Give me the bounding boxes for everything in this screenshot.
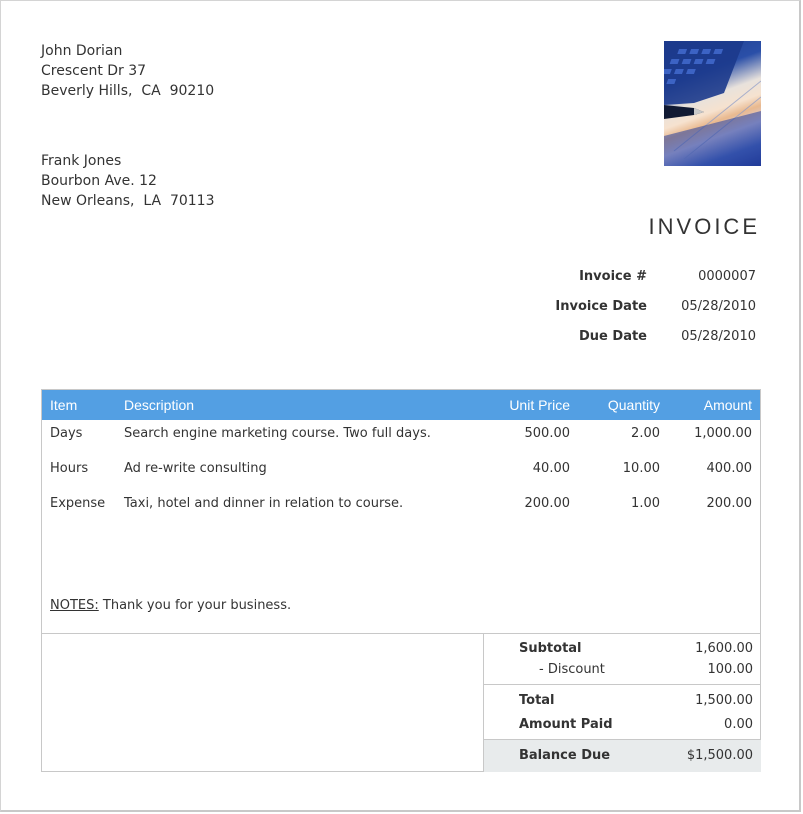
recipient-name: Frank Jones (41, 153, 122, 169)
column-header-item: Item (50, 397, 78, 413)
balance-due-value: $1,500.00 (686, 748, 753, 763)
amount-paid-value: 0.00 (724, 717, 753, 732)
balance-due-label: Balance Due (519, 748, 611, 763)
row-description: Search engine marketing course. Two full… (124, 426, 431, 441)
due-date-label: Due Date (579, 329, 647, 344)
notes: NOTES: Thank you for your business. (50, 598, 291, 613)
row-amount: 200.00 (706, 496, 753, 511)
table-header: Item Description Unit Price Quantity Amo… (42, 390, 760, 420)
row-description: Taxi, hotel and dinner in relation to co… (124, 496, 404, 511)
sender-city: Beverly Hills, CA 90210 (41, 83, 215, 99)
calculator-photo-icon (664, 41, 761, 166)
column-header-unit-price: Unit Price (509, 397, 570, 413)
table-row: Days Search engine marketing course. Two… (42, 420, 760, 455)
discount-value: 100.00 (707, 662, 754, 677)
row-amount: 1,000.00 (694, 426, 752, 441)
invoice-number-label: Invoice # (579, 269, 647, 284)
due-date-row: Due Date 05/28/2010 (500, 326, 760, 356)
row-quantity: 1.00 (631, 496, 660, 511)
totals-panel: Subtotal 1,600.00 - Discount 100.00 Tota… (483, 633, 761, 772)
row-unit-price: 200.00 (524, 496, 571, 511)
recipient-street: Bourbon Ave. 12 (41, 173, 157, 189)
amount-paid-label: Amount Paid (519, 717, 613, 732)
table-row: Hours Ad re-write consulting 40.00 10.00… (42, 455, 760, 490)
row-description: Ad re-write consulting (124, 461, 267, 476)
sender-name: John Dorian (41, 43, 123, 59)
total-row: Total 1,500.00 (484, 689, 761, 713)
totals-divider (484, 684, 761, 685)
invoice-date-row: Invoice Date 05/28/2010 (500, 296, 760, 326)
column-header-description: Description (124, 397, 195, 413)
discount-label: - Discount (539, 662, 605, 677)
sender-address: John Dorian Crescent Dr 37 Beverly Hills… (41, 41, 214, 101)
table-row: Expense Taxi, hotel and dinner in relati… (42, 490, 760, 525)
line-items-table: Item Description Unit Price Quantity Amo… (41, 389, 761, 772)
discount-row: - Discount 100.00 (484, 658, 761, 682)
invoice-title: INVOICE (648, 214, 760, 239)
row-unit-price: 500.00 (524, 426, 571, 441)
notes-label: NOTES: (50, 598, 99, 613)
total-value: 1,500.00 (695, 693, 753, 708)
row-unit-price: 40.00 (532, 461, 570, 476)
row-item: Hours (50, 461, 89, 476)
invoice-number-value: 0000007 (698, 269, 756, 284)
column-header-quantity: Quantity (607, 397, 660, 413)
sender-street: Crescent Dr 37 (41, 63, 147, 79)
row-item: Expense (50, 496, 106, 511)
total-label: Total (519, 693, 555, 708)
recipient-city: New Orleans, LA 70113 (41, 193, 215, 209)
row-quantity: 2.00 (631, 426, 660, 441)
amount-paid-row: Amount Paid 0.00 (484, 713, 761, 737)
notes-text: Thank you for your business. (98, 598, 292, 613)
invoice-number-row: Invoice # 0000007 (500, 266, 760, 296)
row-amount: 400.00 (706, 461, 753, 476)
recipient-address: Frank Jones Bourbon Ave. 12 New Orleans,… (41, 151, 215, 211)
due-date-value: 05/28/2010 (681, 329, 756, 344)
row-item: Days (50, 426, 83, 441)
balance-due-row: Balance Due $1,500.00 (484, 739, 761, 772)
column-header-amount: Amount (703, 397, 752, 413)
invoice-date-label: Invoice Date (555, 299, 647, 314)
invoice-date-value: 05/28/2010 (681, 299, 756, 314)
invoice-meta: Invoice # 0000007 Invoice Date 05/28/201… (500, 266, 760, 356)
row-quantity: 10.00 (622, 461, 660, 476)
